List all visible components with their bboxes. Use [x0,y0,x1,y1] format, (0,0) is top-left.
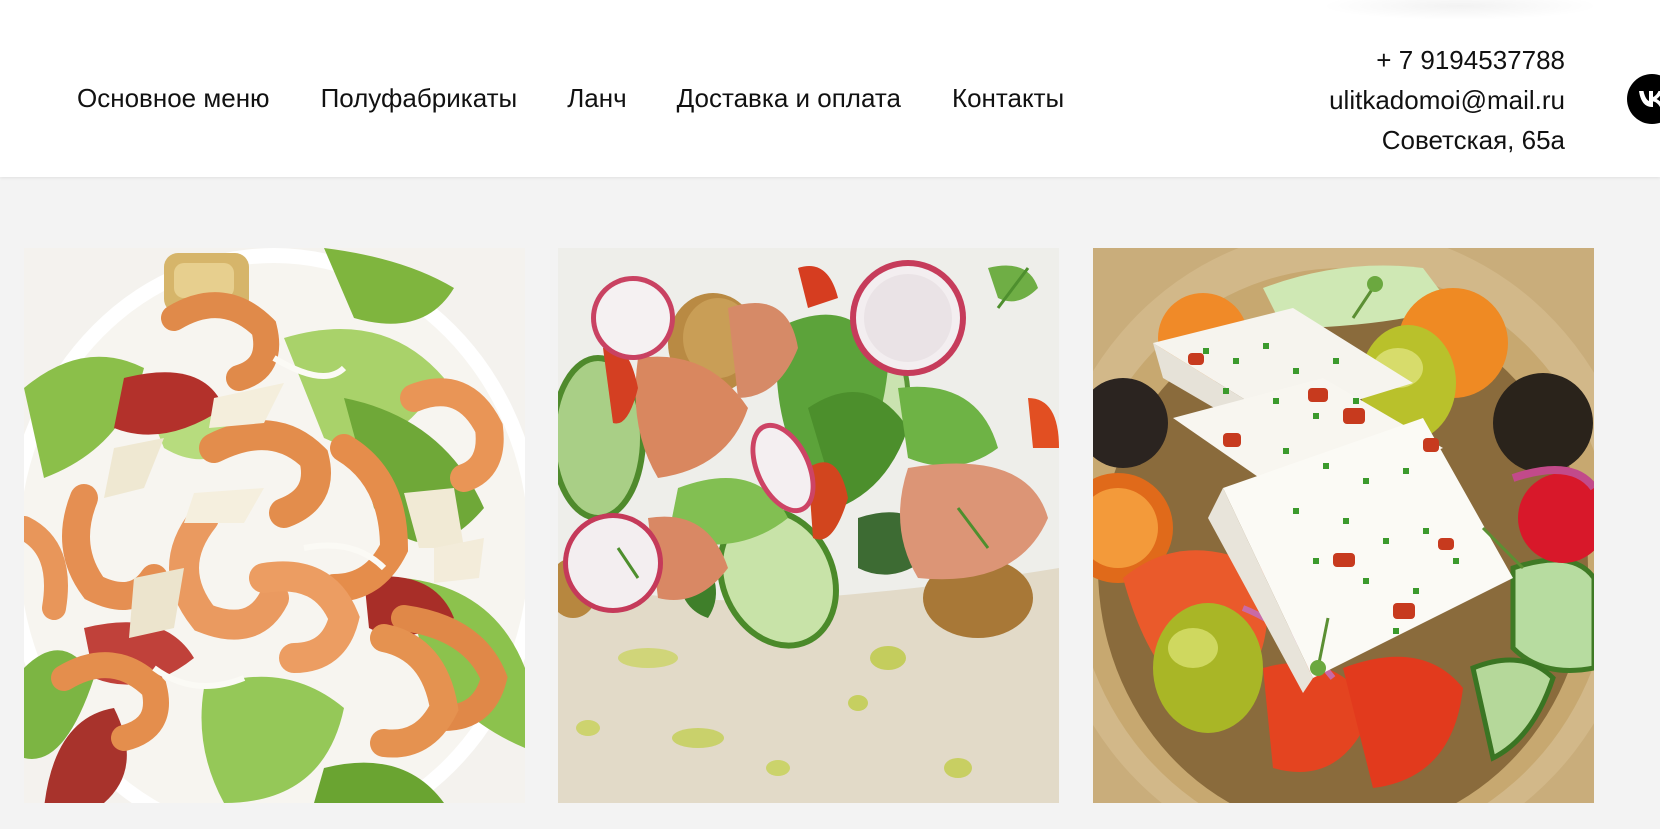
nav-item-main-menu[interactable]: Основное меню [77,80,270,116]
dish-card[interactable] [1093,248,1594,803]
contact-info: + 7 9194537788 ulitkadomoi@mail.ru Совет… [1329,40,1565,160]
nav-item-lunch[interactable]: Ланч [567,80,626,116]
salmon-radish-salad-image [558,248,1059,803]
site-header: Основное меню Полуфабрикаты Ланч Доставк… [0,0,1660,177]
dish-card[interactable] [558,248,1059,803]
vk-button[interactable] [1627,74,1660,124]
main-nav: Основное меню Полуфабрикаты Ланч Доставк… [77,80,1064,116]
nav-item-delivery-payment[interactable]: Доставка и оплата [677,80,901,116]
greek-salad-feta-image [1093,248,1594,803]
shrimp-caesar-salad-image [24,248,525,803]
phone-link[interactable]: + 7 9194537788 [1329,40,1565,80]
address-text: Советская, 65а [1381,125,1565,155]
header-decoration [1320,0,1600,20]
dish-card[interactable] [24,248,525,803]
email-link[interactable]: ulitkadomoi@mail.ru [1329,80,1565,120]
dish-gallery [24,248,1594,803]
nav-item-contacts[interactable]: Контакты [952,80,1064,116]
nav-item-semi-finished[interactable]: Полуфабрикаты [321,80,518,116]
vk-icon [1639,91,1660,107]
